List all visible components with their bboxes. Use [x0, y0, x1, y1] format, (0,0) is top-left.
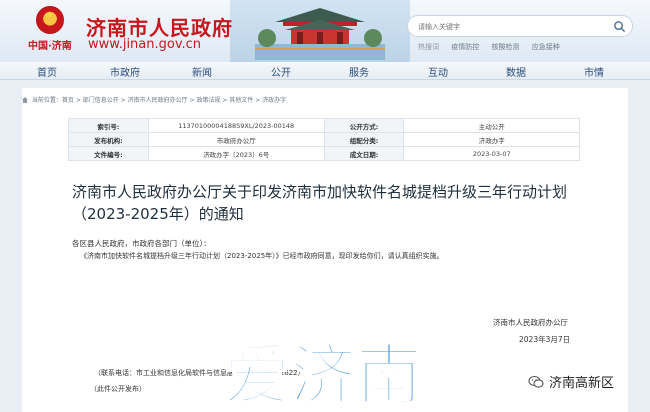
- pavilion-illustration: [255, 8, 385, 60]
- nav-item-city-info[interactable]: 市情: [584, 64, 604, 79]
- nav-item-home[interactable]: 首页: [37, 64, 57, 79]
- search-input[interactable]: [418, 19, 598, 34]
- breadcrumb-text[interactable]: 当前位置：首页 > 部门信息公开 > 济南市人民政府办公厅 > 政策法规 > 其…: [32, 97, 286, 104]
- document-publish-note: （此件公开发布）: [90, 385, 146, 393]
- hot-search-label: 热搜词: [418, 43, 439, 51]
- hot-search-item[interactable]: 核酸检测: [491, 43, 519, 51]
- site-url[interactable]: www.jinan.gov.cn: [88, 37, 201, 52]
- home-icon: [22, 97, 28, 103]
- table-row: 发布机构: 市政府办公厅 组配分类: 济政办字: [68, 132, 580, 147]
- meta-value: 主动公开: [403, 118, 580, 133]
- meta-key: 发布机构:: [68, 132, 149, 147]
- nav-item-news[interactable]: 新闻: [192, 64, 212, 79]
- meta-value: 济政办字〔2023〕6号: [147, 146, 325, 161]
- document-contact: （联系电话：市工业和信息化局软件与信息服务业处，51702622）: [94, 369, 305, 377]
- table-row: 索引号: 11370100004188S9XL/2023-00148 公开方式:…: [68, 118, 580, 133]
- search-icon[interactable]: [613, 20, 626, 33]
- meta-value: 2023-03-07: [403, 146, 580, 161]
- document-body: 《济南市加快软件名城提档升级三年行动计划（2023-2025年）》已经市政府同意…: [80, 252, 444, 260]
- nav-item-public[interactable]: 公开: [271, 64, 291, 79]
- document-meta-table: 索引号: 11370100004188S9XL/2023-00148 公开方式:…: [68, 118, 580, 161]
- document-title: 济南市人民政府办公厅关于印发济南市加快软件名城提档升级三年行动计划（2023-2…: [72, 183, 568, 223]
- breadcrumb: 当前位置：首页 > 部门信息公开 > 济南市人民政府办公厅 > 政策法规 > 其…: [22, 95, 286, 104]
- wechat-source-label: 济南高新区: [528, 372, 614, 391]
- meta-key: 索引号:: [68, 118, 149, 133]
- meta-key: 公开方式:: [323, 118, 405, 133]
- document-greeting: 各区县人民政府，市政府各部门（单位）：: [72, 239, 211, 248]
- site-cn-label: 中国·济南: [28, 41, 72, 52]
- meta-value: 济政办字: [403, 132, 580, 147]
- nav-item-service[interactable]: 服务: [349, 64, 369, 79]
- wechat-icon: [528, 375, 544, 388]
- meta-key: 文件编号:: [68, 146, 149, 161]
- nav-item-interaction[interactable]: 互动: [428, 64, 448, 79]
- hot-search-item[interactable]: 疫情防控: [451, 43, 479, 51]
- wechat-account-name: 济南高新区: [549, 376, 615, 391]
- hot-search-row: 热搜词 疫情防控 核酸检测 应急接种: [418, 42, 570, 52]
- national-emblem-icon: ★: [36, 6, 64, 34]
- table-row: 文件编号: 济政办字〔2023〕6号 成文日期: 2023-03-07: [68, 146, 580, 161]
- nav-item-government[interactable]: 市政府: [110, 64, 140, 79]
- meta-key: 组配分类:: [323, 132, 405, 147]
- page: ★ 济南市人民政府 中国·济南 www.jinan.gov.cn 热搜词 疫情防…: [0, 0, 650, 412]
- site-header: ★ 济南市人民政府 中国·济南 www.jinan.gov.cn 热搜词 疫情防…: [0, 0, 650, 62]
- meta-key: 成文日期:: [323, 146, 405, 161]
- document-signature-date: 2023年3月7日: [519, 335, 571, 344]
- hot-search-item[interactable]: 应急接种: [532, 43, 560, 51]
- main-nav: 首页 市政府 新闻 公开 服务 互动 数据 市情: [0, 62, 650, 80]
- nav-item-data[interactable]: 数据: [506, 64, 526, 79]
- search-box[interactable]: [407, 15, 633, 37]
- document-signature-org: 济南市人民政府办公厅: [493, 318, 568, 327]
- meta-value: 市政府办公厅: [147, 132, 325, 147]
- meta-value: 11370100004188S9XL/2023-00148: [147, 118, 325, 133]
